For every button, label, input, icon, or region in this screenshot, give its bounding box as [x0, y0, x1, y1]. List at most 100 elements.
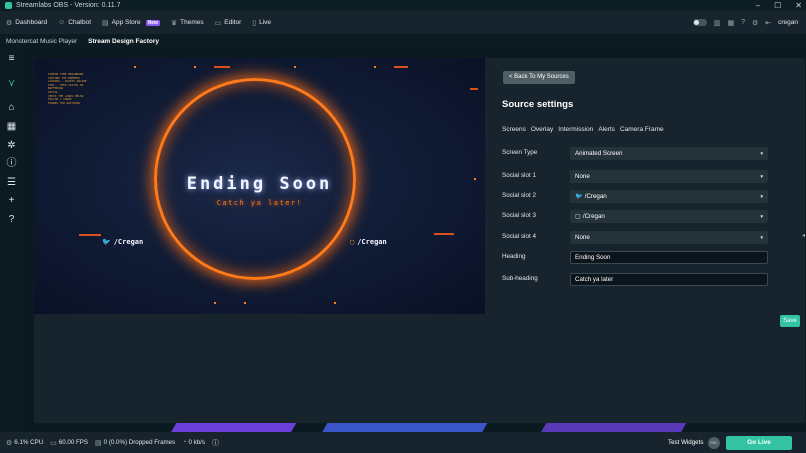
nav-label: Themes: [180, 19, 204, 26]
streamlabs-icon[interactable]: ⋎: [5, 78, 18, 90]
nav-label: Dashboard: [15, 19, 48, 26]
tab-intermission[interactable]: Intermission: [558, 126, 593, 133]
layout-icon[interactable]: ▥: [714, 19, 721, 27]
menu-icon[interactable]: ≡: [5, 53, 18, 65]
bandwidth-stat: ◔ 0 kb/s: [182, 439, 205, 446]
speedometer-icon: ◔: [182, 439, 187, 446]
nav-label: Live: [259, 19, 272, 26]
ending-screen-preview: STREAM TIME BEGINNING CAPTURE THE MOMENT…: [34, 58, 485, 314]
widgets-icon[interactable]: ✲: [5, 140, 18, 152]
minimize-button[interactable]: –: [756, 1, 760, 10]
settings-tabs: Screens Overlay Intermission Alerts Came…: [502, 126, 664, 133]
themes-icon: ♛: [170, 19, 178, 27]
nav-label: Chatbot: [68, 19, 92, 26]
nav-label: App Store: [111, 19, 141, 26]
nav-live[interactable]: ▯ Live: [252, 19, 271, 27]
close-button[interactable]: ✕: [795, 1, 802, 10]
save-button[interactable]: Save: [780, 315, 800, 327]
hud-dot: [294, 66, 296, 68]
chevron-left-icon[interactable]: ◂: [802, 232, 805, 239]
twitter-icon: 🐦: [575, 193, 583, 200]
field-social-slot-3: Social slot 3 ▢/Cregan ▼: [502, 210, 792, 223]
subheading-input[interactable]: Catch ya later: [570, 273, 768, 286]
window-title: Streamlabs OBS - Version: 0.11.7: [16, 2, 121, 9]
nav-editor[interactable]: ▭ Editor: [215, 19, 242, 27]
tab-screens[interactable]: Screens: [502, 126, 526, 133]
preview-social-left: 🐦 /Cregan: [102, 238, 144, 246]
editor-area: STREAM TIME BEGINNING CAPTURE THE MOMENT…: [24, 48, 806, 432]
night-mode-toggle[interactable]: [692, 19, 707, 26]
settings-panel: < Back To My Sources Source settings Scr…: [485, 58, 805, 423]
back-to-sources-button[interactable]: < Back To My Sources: [503, 71, 575, 84]
heading-input[interactable]: Ending Soon: [570, 251, 768, 264]
nav-label: Editor: [224, 19, 242, 26]
add-icon[interactable]: +: [5, 195, 18, 207]
social-slot-4-select[interactable]: None ▼: [570, 231, 768, 244]
tab-alerts[interactable]: Alerts: [598, 126, 615, 133]
chatbot-icon: ☺: [58, 19, 66, 26]
new-badge: New: [145, 19, 160, 26]
background-decoration: [319, 422, 489, 432]
nav-themes[interactable]: ♛ Themes: [171, 19, 204, 27]
grid-icon[interactable]: ▦: [5, 121, 18, 133]
hud-dot: [134, 66, 136, 68]
maximize-button[interactable]: ☐: [774, 1, 781, 10]
screen-type-select[interactable]: Animated Screen ▼: [570, 147, 768, 160]
tab-stream-design-factory[interactable]: Stream Design Factory: [88, 38, 159, 45]
tab-overlay[interactable]: Overlay: [531, 126, 553, 133]
nav-chatbot[interactable]: ☺ Chatbot: [58, 19, 91, 26]
studio-tabs: Monstercat Music Player Stream Design Fa…: [0, 34, 806, 48]
studio-mode-icon[interactable]: ▦: [727, 19, 734, 27]
app-store-icon: ▤: [102, 19, 109, 27]
twitter-icon: 🐦: [102, 238, 111, 246]
hud-text-block: STREAM TIME BEGINNING CAPTURE THE MOMENT…: [48, 72, 87, 105]
tab-camera-frame[interactable]: Camera Frame: [620, 126, 664, 133]
go-live-button[interactable]: Go Live: [726, 436, 792, 450]
field-heading: Heading Ending Soon: [502, 251, 792, 264]
dropped-frames-stat: ▤ 0 (0.0%) Dropped Frames: [95, 439, 176, 447]
help-icon[interactable]: ?: [741, 19, 745, 26]
panel-title: Source settings: [502, 99, 574, 110]
social-slot-3-select[interactable]: ▢/Cregan ▼: [570, 210, 768, 223]
logout-icon[interactable]: ⇤: [765, 19, 771, 27]
username[interactable]: cregan: [778, 19, 798, 26]
hud-dot: [374, 66, 376, 68]
caret-down-icon: ▼: [759, 214, 764, 219]
home-icon[interactable]: ⌂: [5, 102, 18, 114]
fps-stat: ▭ 60.00 FPS: [50, 439, 89, 447]
social-slot-1-select[interactable]: None ▼: [570, 170, 768, 183]
info-button[interactable]: ⓘ: [212, 438, 219, 448]
window-controls: – ☐ ✕: [756, 0, 802, 11]
record-button[interactable]: REC: [708, 437, 720, 449]
source-settings-modal: STREAM TIME BEGINNING CAPTURE THE MOMENT…: [34, 58, 805, 423]
settings-icon[interactable]: ⚙: [752, 19, 758, 27]
dashboard-icon: ⚙: [6, 19, 13, 27]
field-social-slot-2: Social slot 2 🐦/Cregan ▼: [502, 190, 792, 203]
hud-dot: [244, 302, 246, 304]
preview-subheading: Catch ya later!: [216, 199, 303, 207]
caret-down-icon: ▼: [759, 174, 764, 179]
twitch-icon: ▢: [575, 213, 581, 220]
live-icon: ▯: [252, 19, 257, 27]
field-social-slot-4: Social slot 4 None ▼: [502, 231, 792, 244]
tab-monstercat[interactable]: Monstercat Music Player: [6, 38, 77, 45]
nav-right-tools: ▥ ▦ ? ⚙ ⇤ cregan: [692, 11, 798, 34]
info-icon: ⓘ: [211, 439, 219, 447]
caret-down-icon: ▼: [759, 235, 764, 240]
nav-app-store[interactable]: ▤ App Store New: [102, 19, 160, 27]
hud-dot: [194, 66, 196, 68]
preview-social-right: ▢ /Cregan: [350, 238, 387, 246]
info-icon[interactable]: ⓘ: [5, 158, 18, 170]
question-icon[interactable]: ?: [5, 214, 18, 226]
cpu-icon: ⚙: [6, 439, 13, 447]
social-slot-2-select[interactable]: 🐦/Cregan ▼: [570, 190, 768, 203]
editor-icon: ▭: [214, 19, 222, 27]
sidebar: ≡ ⋎ ⌂ ▦ ✲ ⓘ ☰ + ?: [0, 48, 24, 432]
field-social-slot-1: Social slot 1 None ▼: [502, 170, 792, 183]
hud-dot: [214, 302, 216, 304]
test-widgets-button[interactable]: Test Widgets: [668, 432, 703, 453]
list-icon[interactable]: ☰: [5, 177, 18, 189]
hud-dash: [434, 233, 454, 235]
nav-dashboard[interactable]: ⚙ Dashboard: [6, 19, 47, 27]
caret-down-icon: ▼: [759, 194, 764, 199]
